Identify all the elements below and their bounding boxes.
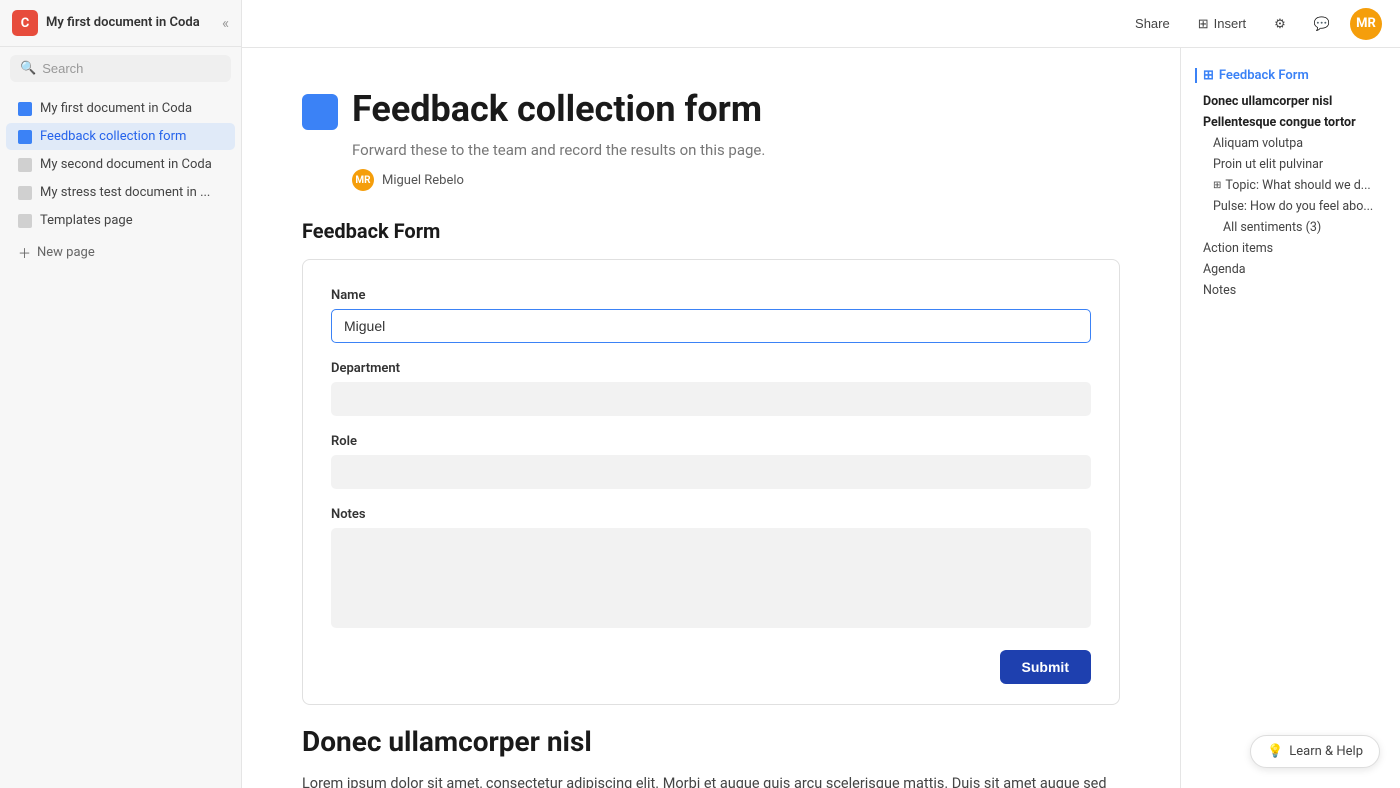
share-button[interactable]: Share [1127, 12, 1178, 35]
nav-items: My first document in Coda Feedback colle… [0, 90, 241, 788]
sidebar-doc-title: My first document in Coda [46, 15, 200, 32]
avatar-initials: MR [1356, 16, 1376, 31]
right-panel: ⊞ Feedback Form Donec ullamcorper nisl P… [1180, 48, 1400, 788]
submit-button[interactable]: Submit [1000, 650, 1091, 684]
share-label: Share [1135, 16, 1170, 31]
page-icon [18, 158, 32, 172]
body-text: Lorem ipsum dolor sit amet, consectetur … [302, 772, 1120, 788]
sidebar: C My first document in Coda « 🔍 My first… [0, 0, 242, 788]
toc-item-notes[interactable]: Notes [1195, 280, 1386, 301]
sidebar-item-label: Templates page [40, 213, 133, 228]
toc-item-topic: ⊞ Topic: What should we d... [1195, 175, 1386, 196]
sidebar-item-label: My first document in Coda [40, 101, 192, 116]
sidebar-item-label: Feedback collection form [40, 129, 186, 144]
notes-label: Notes [331, 507, 1091, 522]
table-icon: ⊞ [1213, 180, 1221, 191]
settings-button[interactable]: ⚙ [1266, 12, 1294, 36]
name-input[interactable] [331, 309, 1091, 343]
insert-label: Insert [1214, 16, 1247, 31]
gear-icon: ⚙ [1274, 16, 1286, 32]
page-header: Feedback collection form [302, 88, 1120, 131]
body-heading: Donec ullamcorper nisl [302, 725, 1120, 758]
sidebar-item-second-doc[interactable]: My second document in Coda [6, 151, 235, 178]
page-icon [18, 214, 32, 228]
author-row: MR Miguel Rebelo [352, 169, 1120, 191]
toc-item-pulse[interactable]: Pulse: How do you feel abo... [1195, 196, 1386, 217]
insert-icon: ⊞ [1198, 16, 1209, 32]
search-icon: 🔍 [20, 61, 36, 76]
page-subtitle: Forward these to the team and record the… [352, 141, 1120, 159]
lightbulb-icon: 💡 [1267, 744, 1283, 759]
toc-item-donec[interactable]: Donec ullamcorper nisl [1195, 91, 1386, 112]
toc-item-action-items[interactable]: Action items [1195, 238, 1386, 259]
toc-item-sentiments[interactable]: All sentiments (3) [1195, 217, 1386, 238]
name-label: Name [331, 288, 1091, 303]
role-field: Role [331, 434, 1091, 489]
main-wrap: Share ⊞ Insert ⚙ 💬 MR Feedback collectio… [242, 0, 1400, 788]
notes-field: Notes [331, 507, 1091, 632]
sidebar-item-first-doc[interactable]: My first document in Coda [6, 95, 235, 122]
toc-active-item[interactable]: ⊞ Feedback Form [1195, 68, 1386, 83]
toc-item-pellentesque[interactable]: Pellentesque congue tortor [1195, 112, 1386, 133]
feedback-form-container: Name Department Role Notes Submit [302, 259, 1120, 705]
insert-button[interactable]: ⊞ Insert [1190, 12, 1254, 36]
form-section-title: Feedback Form [302, 219, 1120, 243]
learn-help-button[interactable]: 💡 Learn & Help [1250, 735, 1380, 768]
name-field: Name [331, 288, 1091, 343]
sidebar-item-label: My second document in Coda [40, 157, 212, 172]
new-page-label: New page [37, 245, 95, 260]
learn-help-label: Learn & Help [1289, 744, 1363, 759]
sidebar-header: C My first document in Coda « [0, 0, 241, 47]
sidebar-item-label: My stress test document in ... [40, 185, 210, 200]
avatar[interactable]: MR [1350, 8, 1382, 40]
comments-button[interactable]: 💬 [1306, 12, 1338, 36]
role-label: Role [331, 434, 1091, 449]
search-bar: 🔍 [10, 55, 231, 82]
page-icon [18, 130, 32, 144]
sidebar-item-stress-test[interactable]: My stress test document in ... [6, 179, 235, 206]
toc-item-aliquam[interactable]: Aliquam volutpa [1195, 133, 1386, 154]
sidebar-item-templates[interactable]: Templates page [6, 207, 235, 234]
sidebar-item-feedback-form[interactable]: Feedback collection form [6, 123, 235, 150]
coda-logo: C [12, 10, 38, 36]
toc-item-proin[interactable]: Proin ut elit pulvinar [1195, 154, 1386, 175]
new-page-button[interactable]: ＋ New page [6, 236, 235, 269]
toc-item-agenda[interactable]: Agenda [1195, 259, 1386, 280]
content-area: Feedback collection form Forward these t… [242, 48, 1400, 788]
page-icon [18, 102, 32, 116]
page-title: Feedback collection form [352, 88, 762, 131]
author-avatar: MR [352, 169, 374, 191]
department-input[interactable] [331, 382, 1091, 416]
toc-active-label: Feedback Form [1219, 68, 1309, 83]
role-input[interactable] [331, 455, 1091, 489]
plus-icon: ＋ [18, 243, 31, 262]
form-actions: Submit [331, 650, 1091, 684]
notes-textarea[interactable] [331, 528, 1091, 628]
main-content: Feedback collection form Forward these t… [242, 48, 1180, 788]
topbar: Share ⊞ Insert ⚙ 💬 MR [242, 0, 1400, 48]
department-label: Department [331, 361, 1091, 376]
page-icon [302, 94, 338, 130]
author-name: Miguel Rebelo [382, 173, 464, 188]
search-input[interactable] [42, 61, 221, 76]
department-field: Department [331, 361, 1091, 416]
comment-icon: 💬 [1314, 16, 1330, 32]
collapse-sidebar-button[interactable]: « [222, 14, 229, 32]
page-icon [18, 186, 32, 200]
form-toc-icon: ⊞ [1203, 68, 1214, 83]
